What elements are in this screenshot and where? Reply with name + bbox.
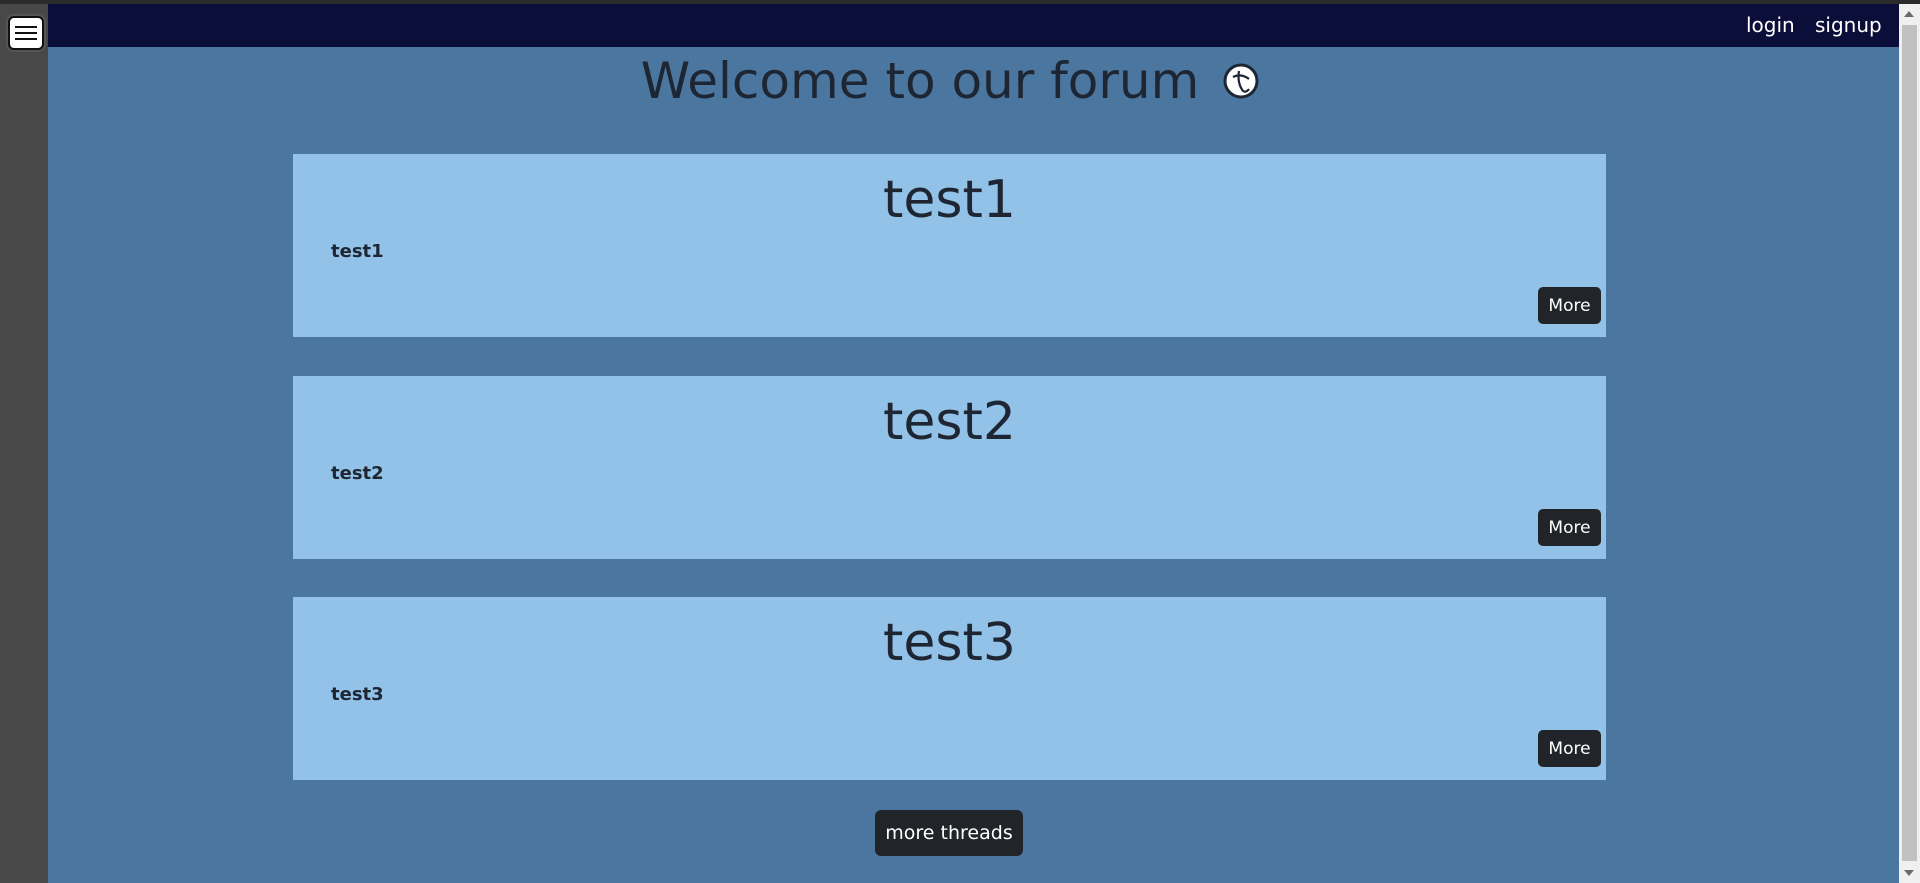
thread-body: test3 xyxy=(331,684,384,705)
signup-link[interactable]: signup xyxy=(1815,4,1882,47)
scroll-down-arrow-icon[interactable] xyxy=(1904,870,1914,876)
login-link[interactable]: login xyxy=(1746,4,1795,47)
thread-more-button[interactable]: More xyxy=(1538,509,1601,546)
page-title-row: Welcome to our forum xyxy=(48,49,1852,113)
hamburger-icon-line xyxy=(15,32,37,34)
thread-title: test3 xyxy=(883,613,1016,673)
sidebar xyxy=(0,4,48,883)
scroll-up-arrow-icon[interactable] xyxy=(1904,11,1914,17)
hamburger-icon-line xyxy=(15,38,37,40)
thread-body: test2 xyxy=(331,463,384,484)
thread-more-button[interactable]: More xyxy=(1538,730,1601,767)
forum-logo-icon xyxy=(1223,63,1259,98)
thread-body: test1 xyxy=(331,241,384,262)
thread-card: test2 test2 More xyxy=(293,376,1606,559)
thread-title: test1 xyxy=(883,170,1016,230)
main-content: Welcome to our forum test1 test1 More te… xyxy=(48,47,1899,883)
scrollbar-thumb[interactable] xyxy=(1902,25,1917,861)
vertical-scrollbar[interactable] xyxy=(1899,4,1920,883)
top-navbar: login signup xyxy=(48,4,1899,47)
menu-toggle-button[interactable] xyxy=(8,16,44,50)
thread-title: test2 xyxy=(883,392,1016,452)
more-threads-button[interactable]: more threads xyxy=(875,810,1023,856)
thread-card: test3 test3 More xyxy=(293,597,1606,780)
page-title: Welcome to our forum xyxy=(640,52,1200,110)
hamburger-icon xyxy=(15,26,37,28)
thread-card: test1 test1 More xyxy=(293,154,1606,337)
thread-more-button[interactable]: More xyxy=(1538,287,1601,324)
